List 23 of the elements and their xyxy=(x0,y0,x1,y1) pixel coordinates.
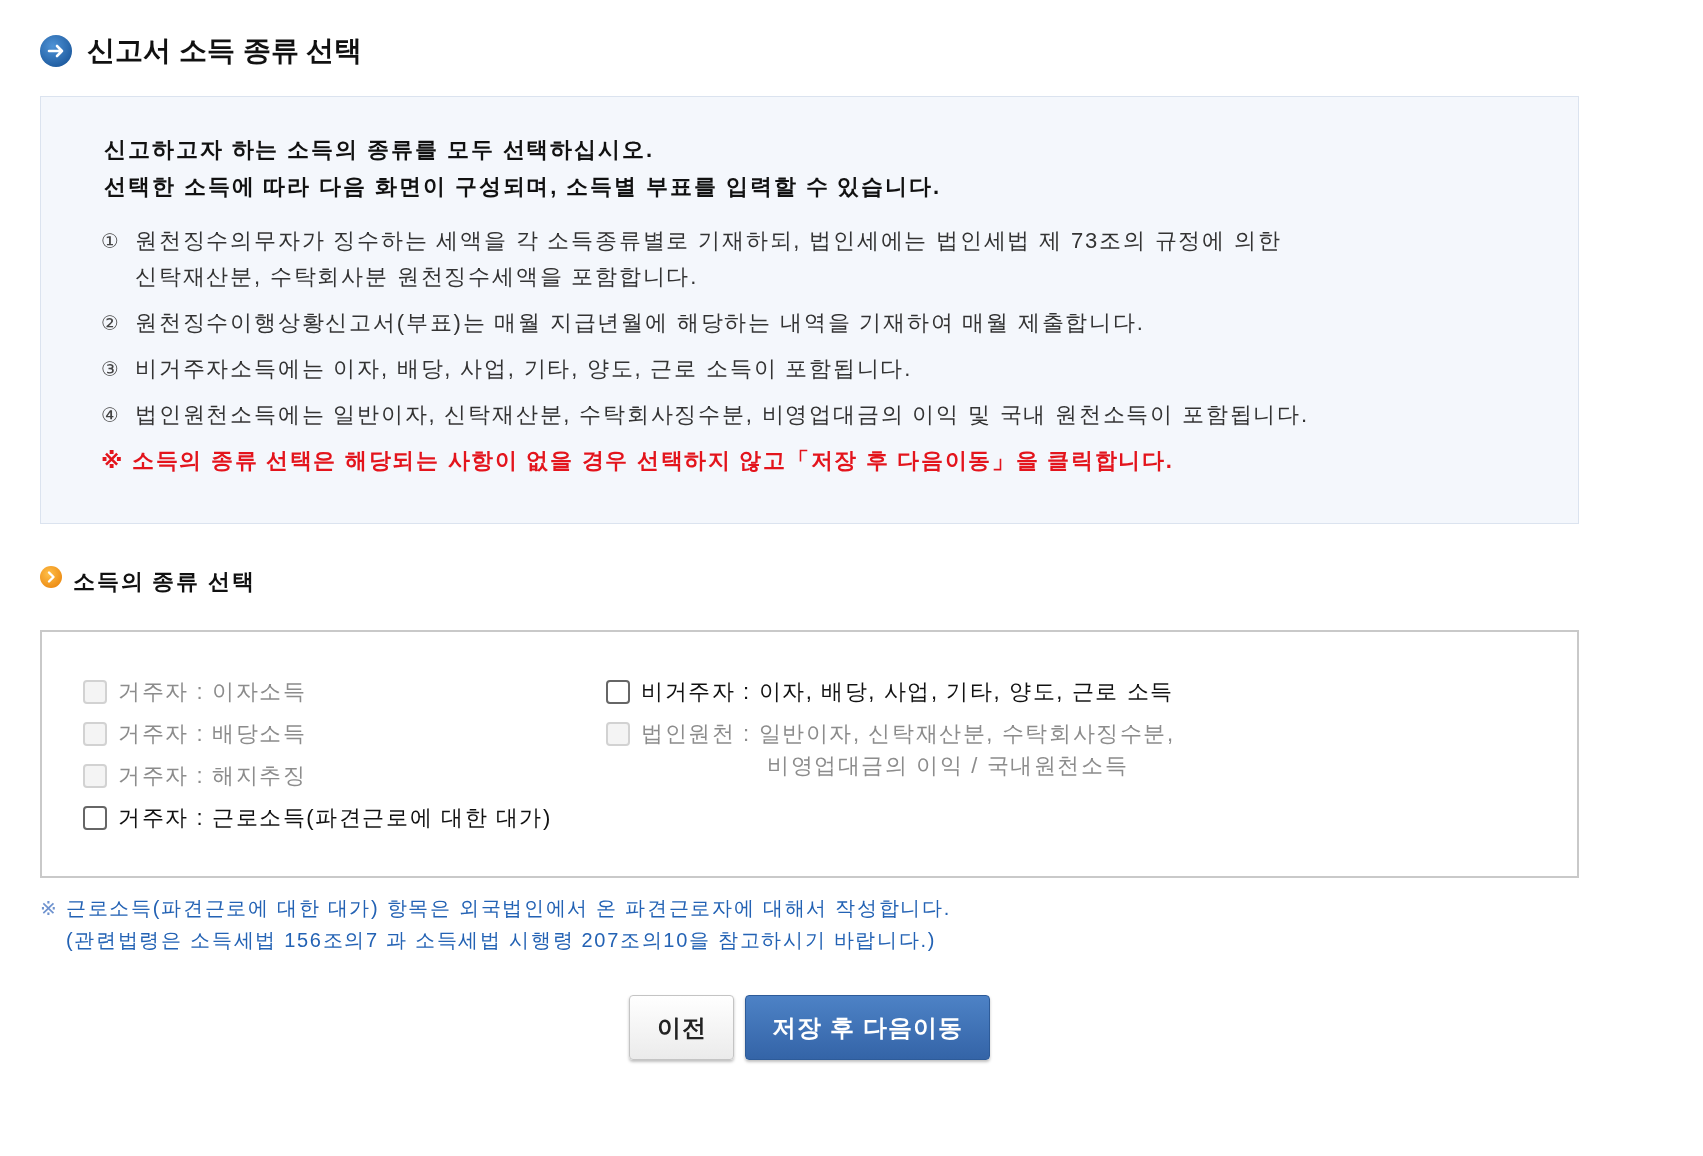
checkbox-label[interactable]: 거주자 : 근로소득(파견근로에 대한 대가) xyxy=(118,802,552,834)
section-title: 소득의 종류 선택 xyxy=(73,568,256,596)
note-text: 원천징수이행상황신고서(부표)는 매월 지급년월에 해당하는 내역을 기재하여 매월 제출합니다. xyxy=(135,309,1145,337)
footnote-text: 근로소득(파견근로에 대한 대가) 항목은 외국법인에서 온 파견근로자에 대해서 작성합니다. (관련법령은 소득세법 156조의7 과 소득세법 시행령 207조의10을 참고하시기 바랍니다.) xyxy=(66,896,951,953)
checkbox[interactable] xyxy=(606,680,630,704)
arrow-circle-icon xyxy=(40,35,72,67)
note-text: 법인원천소득에는 일반이자, 신탁재산분, 수탁회사징수분, 비영업대금의 이익 및 국내 원천소득이 포함됩니다. xyxy=(135,401,1309,429)
note-text: 원천징수의무자가 징수하는 세액을 각 소득종류별로 기재하되, 법인세에는 법인세법 제 73조의 규정에 의한 신탁재산분, 수탁회사분 원천징수세액을 포함합니다. xyxy=(135,227,1282,291)
warning-text: ※ 소득의 종류 선택은 해당되는 사항이 없을 경우 선택하지 않고「저장 후 다음이동」을 클릭합니다. xyxy=(101,447,1175,475)
page-title: 신고서 소득 종류 선택 xyxy=(87,34,363,68)
instruction-headline: 신고하고자 하는 소득의 종류를 모두 선택하십시오. xyxy=(104,136,655,164)
note-number: ① xyxy=(101,229,120,254)
note-number: ② xyxy=(101,311,120,336)
chevron-circle-icon xyxy=(40,566,62,588)
save-next-button[interactable]: 저장 후 다음이동 xyxy=(745,995,990,1060)
checkbox-label[interactable]: 비거주자 : 이자, 배당, 사업, 기타, 양도, 근로 소득 xyxy=(641,676,1174,708)
note-number: ③ xyxy=(101,357,120,382)
instruction-headline: 선택한 소득에 따라 다음 화면이 구성되며, 소득별 부표를 입력할 수 있습니다. xyxy=(104,173,943,201)
note-text: 비거주자소득에는 이자, 배당, 사업, 기타, 양도, 근로 소득이 포함됩니다. xyxy=(135,355,913,383)
reference-mark: ※ xyxy=(40,896,58,921)
previous-button[interactable]: 이전 xyxy=(629,995,735,1060)
note-number: ④ xyxy=(101,403,120,428)
checkbox[interactable] xyxy=(83,806,107,830)
